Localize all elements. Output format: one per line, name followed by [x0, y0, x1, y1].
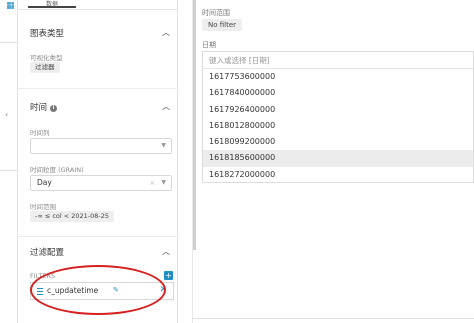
- time-grain-select[interactable]: Day × ▼: [30, 175, 172, 191]
- date-search-input[interactable]: 键入或选择 [日期]: [203, 52, 473, 69]
- section-divider: [18, 236, 178, 237]
- chevron-up-icon[interactable]: ︿: [162, 101, 170, 112]
- section-title-chart-type[interactable]: 图表类型: [30, 27, 64, 39]
- chevron-down-icon: ▼: [161, 142, 166, 149]
- left-nav-strip: ▦ ‹: [0, 0, 18, 323]
- time-column-label: 时间列: [30, 129, 50, 137]
- section-title-filter-config[interactable]: 过滤配置: [30, 246, 64, 258]
- grid-icon[interactable]: ▦: [6, 2, 15, 11]
- visualization-type-label: 可视化类型: [30, 54, 63, 62]
- edit-icon[interactable]: ✎: [113, 286, 119, 294]
- panel-scrollbar[interactable]: [193, 0, 196, 250]
- visualization-type-chip[interactable]: 过滤器: [30, 62, 60, 73]
- add-filter-button[interactable]: +: [164, 271, 173, 280]
- filters-label: FILTERS: [30, 272, 56, 280]
- date-option[interactable]: 1617840000000: [203, 85, 473, 101]
- date-dropdown[interactable]: 键入或选择 [日期] 1617753600000 1617840000000 1…: [202, 51, 474, 183]
- date-field-label: 日期: [202, 41, 216, 49]
- date-option[interactable]: 1617926400000: [203, 102, 473, 118]
- tab-data-label: 数据: [45, 1, 58, 8]
- drag-handle-icon[interactable]: [37, 288, 43, 297]
- chevron-down-icon: ▼: [161, 179, 166, 186]
- chevron-left-icon[interactable]: ‹: [5, 110, 8, 119]
- time-range-chip[interactable]: -∞ ≤ col < 2021-08-25: [30, 211, 115, 222]
- close-icon[interactable]: ✕: [159, 285, 167, 295]
- date-option[interactable]: 1618272000000: [203, 167, 473, 183]
- clear-icon[interactable]: ×: [150, 176, 155, 190]
- date-option[interactable]: 1618099200000: [203, 134, 473, 150]
- info-icon[interactable]: i: [50, 105, 58, 112]
- time-grain-value: Day: [37, 178, 52, 187]
- filter-item[interactable]: c_updatetime ✎ ✕: [30, 282, 174, 300]
- date-option[interactable]: 1617753600000: [203, 69, 473, 85]
- section-divider: [18, 88, 178, 89]
- time-column-select[interactable]: ▼: [30, 138, 172, 154]
- filter-item-name: c_updatetime: [47, 286, 99, 295]
- date-option-highlighted[interactable]: 1618185600000: [203, 150, 473, 167]
- tab-underline: [18, 9, 178, 10]
- popover-time-range-label: 时间范围: [202, 9, 230, 17]
- chevron-up-icon[interactable]: ︿: [162, 246, 170, 257]
- strip-divider: [0, 170, 17, 171]
- time-grain-label: 时间粒度 (GRAIN): [30, 166, 84, 174]
- strip-divider: [0, 42, 17, 43]
- section-title-time-label: 时间: [30, 103, 48, 113]
- control-panel: 数据 图表类型 ︿ 可视化类型 过滤器 时间 i ︿ 时间列 ▼ 时间粒度 (GR…: [18, 0, 196, 323]
- no-filter-chip[interactable]: No filter: [202, 19, 243, 31]
- tab-data[interactable]: 数据: [28, 0, 76, 8]
- page: ▦ ‹ 数据 图表类型 ︿ 可视化类型 过滤器 时间 i ︿ 时间列 ▼ 时间粒度…: [0, 0, 474, 323]
- chevron-up-icon[interactable]: ︿: [162, 27, 170, 38]
- section-title-time[interactable]: 时间 i: [30, 101, 58, 113]
- date-option[interactable]: 1618012800000: [203, 118, 473, 134]
- bottom-divider: [192, 318, 474, 319]
- popover-divider: [192, 0, 193, 323]
- time-range-label: 时间范围: [30, 203, 56, 211]
